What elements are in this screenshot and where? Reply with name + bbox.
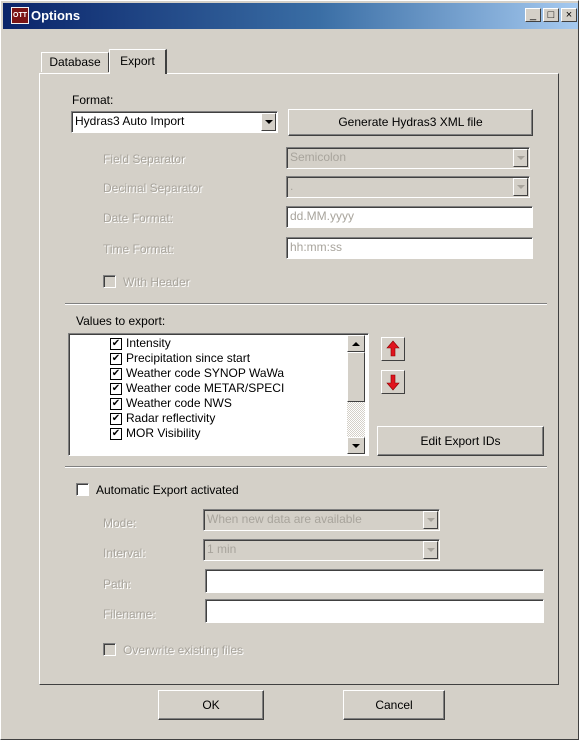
chevron-down-icon [265,120,273,124]
values-to-export-label: Values to export: [76,314,166,328]
interval-dropdown[interactable]: 1 min [203,539,440,561]
value-checkbox[interactable]: ✔ [110,368,122,380]
section-divider [65,303,547,305]
chevron-up-icon [352,342,360,346]
app-icon: OTT [11,7,29,24]
format-label: Format: [72,93,114,107]
format-dropdown-value: Hydras3 Auto Import [75,114,185,128]
field-separator-dropdown-button[interactable] [513,149,528,167]
path-label: Path: [103,577,132,591]
value-checkbox[interactable]: ✔ [110,353,122,365]
filename-field[interactable] [205,599,544,623]
overwrite-label: Overwrite existing files [123,643,244,657]
chevron-down-icon [427,548,435,552]
decimal-separator-label: Decimal Separator [103,181,203,195]
list-item[interactable]: Weather code NWS [126,396,232,411]
move-down-button[interactable] [381,370,405,394]
overwrite-checkbox[interactable] [103,643,116,656]
mode-label: Mode: [103,516,137,530]
chevron-down-icon [352,444,360,448]
with-header-checkbox[interactable] [103,275,116,288]
title-bar[interactable]: OTT Options _ □ × [3,3,578,29]
list-item[interactable]: Weather code SYNOP WaWa [126,366,284,381]
move-up-button[interactable] [381,337,405,361]
values-list[interactable]: ✔ Intensity ✔ Precipitation since start … [68,333,369,456]
list-item[interactable]: Radar reflectivity [126,411,215,426]
time-format-field[interactable]: hh:mm:ss [286,237,533,259]
format-dropdown[interactable]: Hydras3 Auto Import [71,111,278,133]
interval-value: 1 min [207,542,237,556]
time-format-label: Time Format: [103,242,174,256]
chevron-down-icon [517,185,525,189]
values-list-scrollbar[interactable] [347,335,365,454]
value-checkbox[interactable]: ✔ [110,398,122,410]
decimal-separator-dropdown[interactable]: . [286,176,530,198]
field-separator-label: Field Separator [103,152,186,166]
red-arrow-down-icon [386,374,400,391]
list-item[interactable]: MOR Visibility [126,426,200,441]
mode-dropdown[interactable]: When new data are available [203,509,440,531]
red-arrow-up-icon [386,340,400,357]
scroll-thumb[interactable] [347,352,365,402]
list-item[interactable]: Precipitation since start [126,351,250,366]
tab-database[interactable]: Database [41,52,109,72]
interval-label: Interval: [103,546,146,560]
automatic-export-checkbox[interactable] [76,483,89,496]
value-checkbox[interactable]: ✔ [110,338,122,350]
decimal-separator-dropdown-button[interactable] [513,178,528,196]
value-checkbox[interactable]: ✔ [110,428,122,440]
mode-value: When new data are available [207,512,362,526]
maximize-button[interactable]: □ [543,8,559,22]
minimize-button[interactable]: _ [525,8,541,22]
with-header-label: With Header [123,275,190,289]
close-button[interactable]: × [561,8,577,22]
date-format-field[interactable]: dd.MM.yyyy [286,206,533,228]
date-format-label: Date Format: [103,211,174,225]
list-item[interactable]: Weather code METAR/SPECI [126,381,284,396]
value-checkbox[interactable]: ✔ [110,383,122,395]
field-separator-dropdown[interactable]: Semicolon [286,147,530,169]
tab-export[interactable]: Export [109,49,167,74]
scroll-up-button[interactable] [347,335,365,352]
value-checkbox[interactable]: ✔ [110,413,122,425]
generate-xml-button[interactable]: Generate Hydras3 XML file [288,109,533,136]
ok-button[interactable]: OK [158,690,264,720]
interval-dropdown-button[interactable] [423,541,438,559]
cancel-button[interactable]: Cancel [343,690,445,720]
chevron-down-icon [517,156,525,160]
field-separator-value: Semicolon [290,150,347,164]
scroll-down-button[interactable] [347,437,365,454]
window-title: Options [31,8,81,23]
list-item[interactable]: Intensity [126,336,171,351]
mode-dropdown-button[interactable] [423,511,438,529]
format-dropdown-button[interactable] [261,113,276,131]
options-window: OTT Options _ □ × Database Export Format… [0,0,579,740]
automatic-export-label: Automatic Export activated [96,483,239,497]
edit-export-ids-button[interactable]: Edit Export IDs [377,426,544,456]
decimal-separator-value: . [290,179,294,193]
chevron-down-icon [427,518,435,522]
path-field[interactable] [205,569,544,593]
filename-label: Filename: [103,607,156,621]
section-divider [65,466,547,468]
